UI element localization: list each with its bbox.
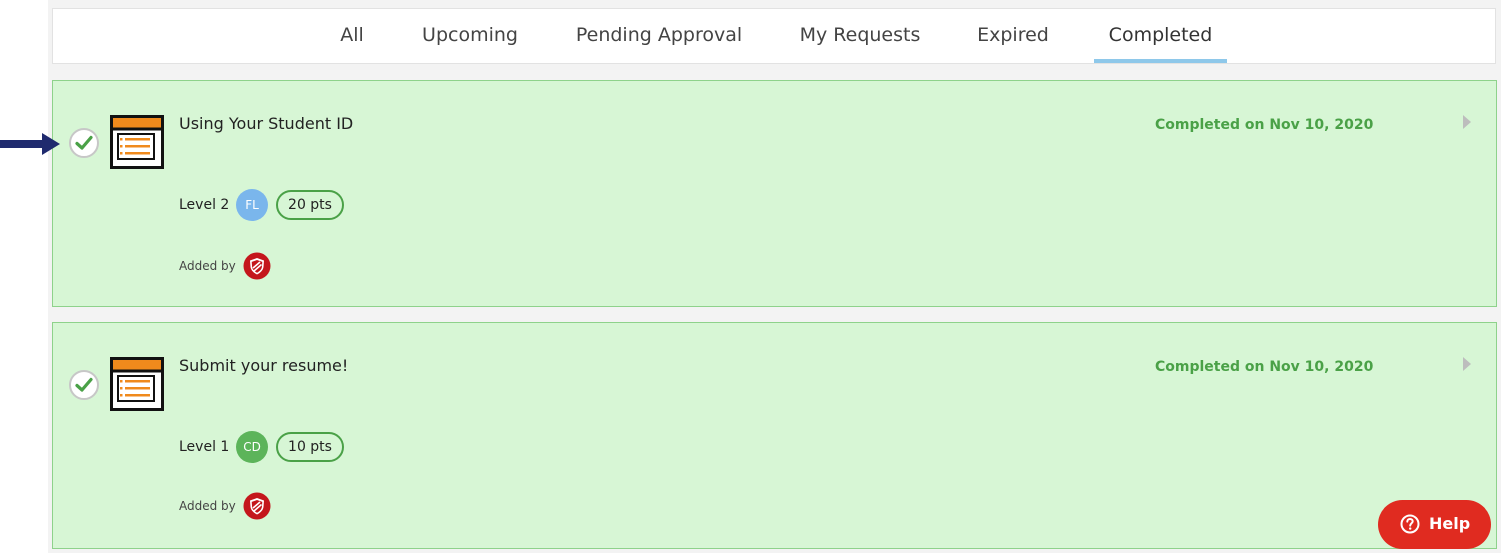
chevron-right-icon[interactable] — [1463, 357, 1471, 371]
completed-check-icon — [69, 128, 99, 158]
completed-date: Completed on Nov 10, 2020 — [1155, 117, 1374, 133]
help-button[interactable]: Help — [1378, 500, 1491, 549]
tab-expired[interactable]: Expired — [976, 9, 1050, 64]
tab-upcoming[interactable]: Upcoming — [418, 9, 522, 64]
question-circle-icon — [1400, 514, 1420, 534]
active-tab-indicator — [1094, 59, 1227, 63]
added-by-label: Added by — [179, 499, 236, 513]
document-list-icon — [110, 357, 164, 411]
annotation-arrow-icon — [0, 133, 60, 155]
task-card[interactable]: Submit your resume! Completed on Nov 10,… — [52, 322, 1497, 549]
avatar: CD — [236, 431, 268, 463]
task-card[interactable]: Using Your Student ID Completed on Nov 1… — [52, 80, 1497, 307]
points-badge: 10 pts — [276, 432, 344, 462]
tab-all[interactable]: All — [332, 9, 372, 64]
task-title[interactable]: Using Your Student ID — [179, 114, 353, 133]
level-label: Level 1 — [179, 439, 230, 455]
points-badge: 20 pts — [276, 190, 344, 220]
chevron-right-icon[interactable] — [1463, 115, 1471, 129]
document-list-icon — [110, 115, 164, 169]
added-by-label: Added by — [179, 259, 236, 273]
tab-completed[interactable]: Completed — [1103, 9, 1218, 64]
level-label: Level 2 — [179, 197, 230, 213]
tab-my-requests[interactable]: My Requests — [797, 9, 923, 64]
shield-logo-icon — [243, 252, 271, 280]
tab-pending-approval[interactable]: Pending Approval — [575, 9, 743, 64]
help-label: Help — [1429, 514, 1471, 533]
task-title[interactable]: Submit your resume! — [179, 356, 348, 375]
completed-date: Completed on Nov 10, 2020 — [1155, 359, 1374, 375]
filter-tab-bar: All Upcoming Pending Approval My Request… — [52, 8, 1496, 64]
shield-logo-icon — [243, 492, 271, 520]
avatar: FL — [236, 189, 268, 221]
completed-check-icon — [69, 370, 99, 400]
